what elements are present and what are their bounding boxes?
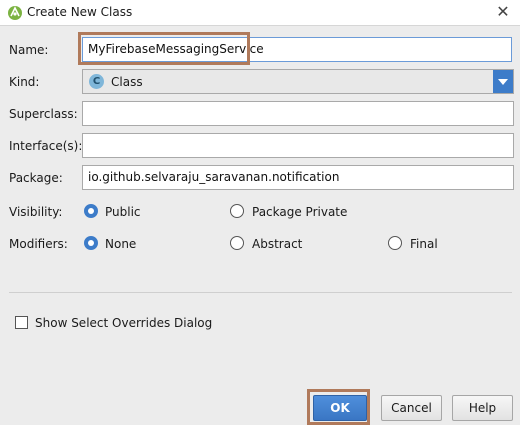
name-label: Name:	[9, 43, 49, 57]
modifiers-label: Modifiers:	[9, 237, 68, 251]
kind-select[interactable]: C Class	[82, 69, 514, 94]
kind-label: Kind:	[9, 75, 40, 89]
title-bar: Create New Class ✕	[0, 0, 520, 26]
superclass-input[interactable]	[82, 101, 514, 126]
visibility-public-radio[interactable]	[84, 204, 98, 218]
superclass-label: Superclass:	[9, 107, 78, 121]
cancel-button[interactable]: Cancel	[381, 395, 442, 421]
kind-value: Class	[111, 75, 143, 89]
modifier-none-label: None	[105, 237, 137, 251]
window-title: Create New Class	[27, 5, 133, 19]
modifier-abstract-label: Abstract	[252, 237, 303, 251]
class-icon: C	[89, 74, 104, 89]
interfaces-label: Interface(s):	[9, 139, 83, 153]
interfaces-input[interactable]	[82, 133, 514, 158]
overrides-checkbox[interactable]	[15, 316, 28, 329]
visibility-package-private-label: Package Private	[252, 205, 348, 219]
android-studio-icon	[8, 6, 22, 20]
chevron-down-icon[interactable]	[493, 70, 513, 93]
modifier-abstract-radio[interactable]	[230, 236, 244, 250]
overrides-label: Show Select Overrides Dialog	[35, 316, 213, 330]
divider	[9, 292, 512, 293]
close-icon[interactable]: ✕	[494, 3, 512, 21]
modifier-final-radio[interactable]	[388, 236, 402, 250]
package-input[interactable]: io.github.selvaraju_saravanan.notificati…	[82, 165, 514, 190]
name-input[interactable]: MyFirebaseMessagingService	[82, 37, 512, 62]
ok-button[interactable]: OK	[313, 395, 367, 421]
package-label: Package:	[9, 171, 63, 185]
visibility-package-private-radio[interactable]	[230, 204, 244, 218]
modifier-none-radio[interactable]	[84, 236, 98, 250]
visibility-label: Visibility:	[9, 205, 63, 219]
help-button[interactable]: Help	[452, 395, 513, 421]
modifier-final-label: Final	[410, 237, 438, 251]
visibility-public-label: Public	[105, 205, 141, 219]
